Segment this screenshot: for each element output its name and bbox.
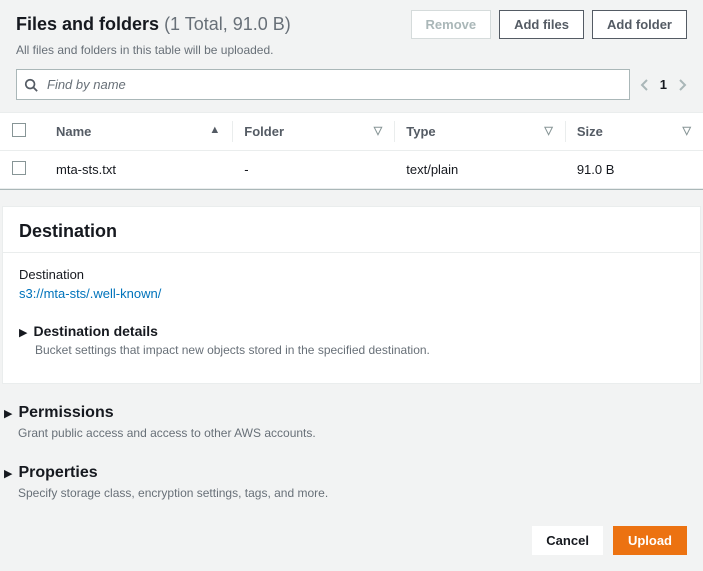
page-prev-icon[interactable] [640,78,650,92]
files-title-text: Files and folders [16,14,159,34]
col-size[interactable]: Size ▽ [565,113,703,151]
sort-asc-icon: ▲ [209,124,220,136]
permissions-toggle[interactable]: Permissions [18,404,113,422]
col-name-label: Name [56,124,91,139]
destination-details-desc: Bucket settings that impact new objects … [19,343,684,367]
table-row: mta-sts.txt - text/plain 91.0 B [0,151,703,189]
destination-details-toggle[interactable]: Destination details [33,323,157,339]
destination-panel: Destination Destination s3://mta-sts/.we… [2,206,701,384]
add-files-button[interactable]: Add files [499,10,584,39]
caret-right-icon[interactable]: ▶ [4,467,12,480]
cell-name: mta-sts.txt [44,151,232,189]
remove-button[interactable]: Remove [411,10,492,39]
row-checkbox[interactable] [12,161,26,175]
search-icon [24,78,38,92]
caret-right-icon[interactable]: ▶ [4,407,12,420]
destination-label: Destination [19,267,684,282]
col-type[interactable]: Type ▽ [394,113,565,151]
cell-folder: - [232,151,394,189]
cell-type: text/plain [394,151,565,189]
page-number: 1 [660,77,667,92]
pagination: 1 [640,77,687,92]
upload-button[interactable]: Upload [613,526,687,555]
files-title: Files and folders (1 Total, 91.0 B) [16,14,291,34]
chevron-down-icon: ▽ [683,124,691,137]
col-size-label: Size [577,124,603,139]
destination-link[interactable]: s3://mta-sts/.well-known/ [19,286,684,301]
col-folder-label: Folder [244,124,284,139]
select-all-checkbox[interactable] [12,123,26,137]
permissions-desc: Grant public access and access to other … [0,426,703,450]
cell-size: 91.0 B [565,151,703,189]
properties-desc: Specify storage class, encryption settin… [0,486,703,510]
chevron-down-icon: ▽ [374,124,382,137]
files-table: Name ▲ Folder ▽ Type ▽ Size ▽ mta-sts.txt - … [0,113,703,189]
properties-toggle[interactable]: Properties [18,464,97,482]
chevron-down-icon: ▽ [544,124,552,137]
col-name[interactable]: Name ▲ [44,113,232,151]
page-next-icon[interactable] [677,78,687,92]
destination-heading: Destination [3,207,700,253]
col-type-label: Type [406,124,435,139]
caret-right-icon[interactable]: ▶ [19,326,27,339]
cancel-button[interactable]: Cancel [532,526,603,555]
files-count: (1 Total, 91.0 B) [164,14,291,34]
files-subtitle: All files and folders in this table will… [16,43,687,57]
search-input[interactable] [16,69,630,100]
add-folder-button[interactable]: Add folder [592,10,687,39]
col-folder[interactable]: Folder ▽ [232,113,394,151]
